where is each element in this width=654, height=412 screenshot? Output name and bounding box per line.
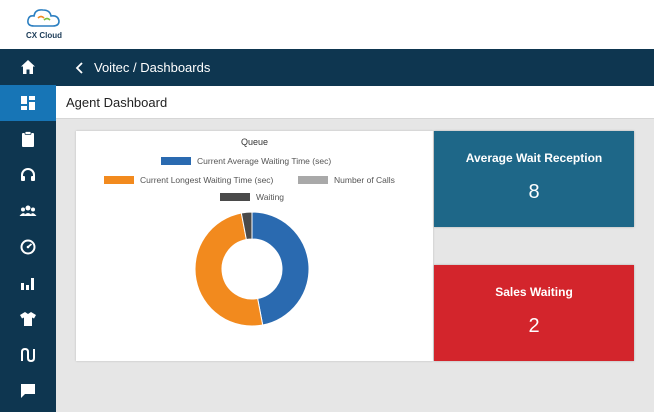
route-icon [21, 347, 35, 363]
back-button[interactable] [68, 49, 92, 86]
sidebar-item-apparel[interactable] [0, 301, 56, 337]
cloud-logo-icon [27, 9, 60, 27]
sidebar-item-stats[interactable] [0, 265, 56, 301]
legend-item-waiting[interactable]: Waiting [220, 192, 284, 202]
page-title: Agent Dashboard [66, 94, 168, 110]
breadcrumb[interactable]: Voitec / Dashboards [94, 60, 210, 75]
queue-donut-chart[interactable] [192, 209, 312, 329]
legend-swatch [104, 176, 134, 184]
sidebar-item-headset[interactable] [0, 157, 56, 193]
sidebar-item-users[interactable] [0, 193, 56, 229]
sidebar-item-chat[interactable] [0, 373, 56, 409]
chevron-left-icon [75, 61, 83, 74]
sidebar-item-routes[interactable] [0, 337, 56, 373]
legend-item-number-of-calls[interactable]: Number of Calls [298, 175, 395, 185]
kpi-label: Sales Waiting [495, 285, 573, 299]
average-wait-reception-card[interactable]: Average Wait Reception 8 [434, 131, 634, 227]
legend-swatch [220, 193, 250, 201]
legend-label: Number of Calls [334, 175, 395, 185]
cx-cloud-logo[interactable]: CX Cloud [22, 6, 66, 46]
legend-swatch [161, 157, 191, 165]
dashboard-content: Queue Current Average Waiting Time (sec)… [56, 119, 654, 412]
legend-swatch [298, 176, 328, 184]
shirt-icon [20, 312, 36, 326]
kpi-value: 8 [528, 181, 540, 203]
legend-label: Current Average Waiting Time (sec) [197, 156, 332, 166]
logo-text: CX Cloud [26, 31, 62, 40]
headset-icon [21, 168, 35, 181]
donut-slice[interactable] [251, 211, 310, 326]
sidebar-item-dashboard[interactable] [0, 85, 56, 121]
sidebar [0, 49, 56, 412]
sidebar-item-gauge[interactable] [0, 229, 56, 265]
legend-item-longest-waiting[interactable]: Current Longest Waiting Time (sec) [104, 175, 273, 185]
users-icon [19, 205, 37, 216]
sidebar-item-clipboard[interactable] [0, 121, 56, 157]
sub-header: Agent Dashboard [56, 86, 654, 119]
top-bar: Voitec / Dashboards [56, 49, 654, 86]
legend-label: Current Longest Waiting Time (sec) [140, 175, 274, 185]
dashboard-icon [21, 96, 35, 110]
legend-item-average-waiting[interactable]: Current Average Waiting Time (sec) [161, 156, 331, 166]
bar-chart-icon [21, 278, 34, 290]
kpi-value: 2 [528, 315, 540, 337]
sales-waiting-card[interactable]: Sales Waiting 2 [434, 265, 634, 361]
legend-label: Waiting [256, 192, 285, 202]
kpi-label: Average Wait Reception [465, 151, 603, 165]
logo-bar: CX Cloud [0, 0, 654, 49]
queue-chart-card: Queue Current Average Waiting Time (sec)… [76, 131, 433, 361]
chat-icon [21, 384, 35, 398]
clipboard-icon [22, 131, 34, 147]
gauge-icon [20, 239, 36, 255]
sidebar-item-home[interactable] [0, 49, 56, 85]
home-icon [21, 60, 35, 74]
